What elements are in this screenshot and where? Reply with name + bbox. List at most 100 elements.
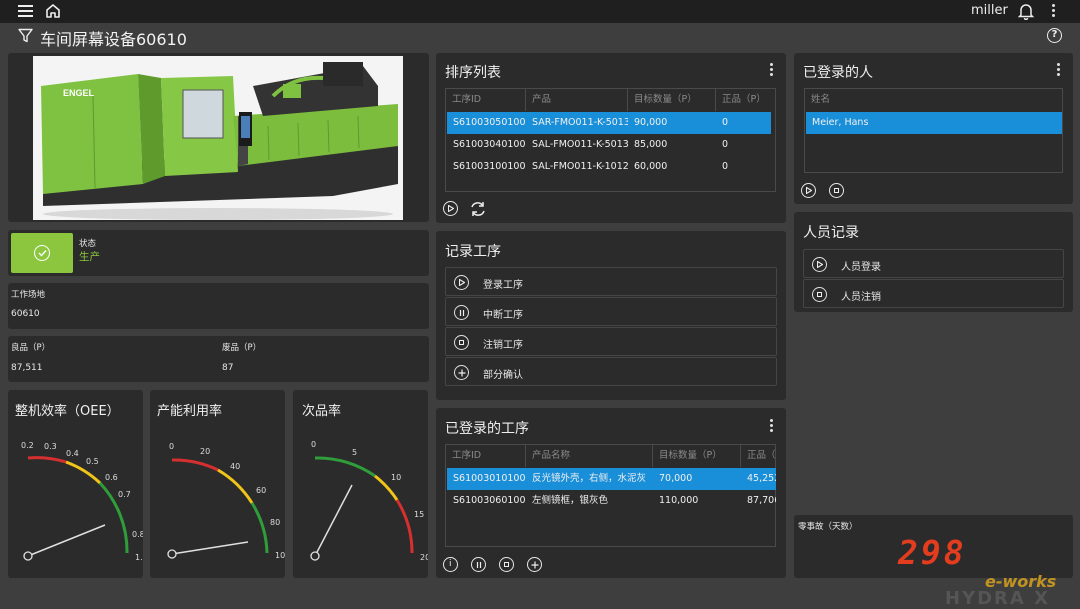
gauge-tick: 10 [391, 473, 401, 482]
machine-brand-label: ENGEL [63, 88, 95, 98]
cell-id: S61003100100 [453, 161, 526, 172]
workplace-panel: 工作场地 60610 [8, 283, 429, 329]
menu-icon[interactable] [18, 5, 33, 18]
cell-target: 90,000 [634, 117, 668, 128]
table-row[interactable]: S61003100100 SAL-FMO011-K-1012 60,000 0 [447, 156, 771, 178]
people-record-title: 人员记录 [803, 225, 859, 241]
counts-panel: 良品（P） 87,511 废品（P） 87 [8, 336, 429, 382]
title-bar: 车间屏幕设备60610 ? [0, 23, 1080, 50]
sort-list-menu-icon[interactable] [770, 63, 774, 77]
table-row[interactable]: S61003050100 SAR-FMO011-K-5013 90,000 0 [447, 112, 771, 134]
gauge-tick: 0.8 [132, 530, 143, 539]
gauge-defect: 0 5 10 15 20 [310, 440, 428, 562]
item-label: 人员注销 [841, 292, 881, 303]
home-icon[interactable] [45, 3, 61, 19]
column-header[interactable]: 正品（P） [741, 445, 776, 467]
cell-product: SAL-FMO011-K-5013 [532, 139, 628, 150]
sort-list-title: 排序列表 [445, 65, 501, 81]
plus-icon[interactable] [527, 557, 542, 572]
people-login-button[interactable]: 人员登录 [803, 249, 1064, 278]
username[interactable]: miller [971, 3, 1008, 18]
sort-list-table: 工序ID 产品 目标数量（P） 正品（P） S61003050100 SAR-F… [445, 88, 776, 192]
logged-operations-menu-icon[interactable] [770, 419, 774, 433]
table-row[interactable]: Meier, Hans [806, 112, 1062, 134]
logged-people-title: 已登录的人 [803, 65, 873, 81]
accident-free-panel: 零事故（天数） 298 [794, 515, 1073, 578]
gauge-tick: 1.0 [135, 553, 143, 562]
play-icon[interactable] [801, 183, 816, 198]
cell-good: 0 [722, 161, 729, 172]
gauge-tick: 5 [352, 448, 357, 457]
refresh-icon[interactable] [469, 200, 487, 218]
gauge-tick: 40 [230, 462, 240, 471]
interrupt-operation-button[interactable]: 中断工序 [445, 297, 777, 326]
column-header[interactable]: 正品（P） [716, 89, 776, 111]
table-row[interactable]: S61003010100 反光镜外壳，右侧，水泥灰 70,000 45,252 [447, 468, 776, 490]
bell-icon[interactable] [1018, 3, 1034, 20]
stop-icon[interactable] [829, 183, 844, 198]
logged-operations-title: 已登录的工序 [445, 421, 529, 437]
cell-id: S61003040100 [453, 139, 526, 150]
partial-confirm-button[interactable]: 部分确认 [445, 357, 777, 386]
column-header[interactable]: 工序ID [446, 89, 526, 111]
login-operation-button[interactable]: 登录工序 [445, 267, 777, 296]
cell-target: 60,000 [634, 161, 668, 172]
status-panel: 状态 生产 [8, 230, 429, 276]
machine-image-panel: ENGEL [8, 53, 429, 222]
status-label: 状态 [79, 239, 97, 249]
cell-target: 110,000 [659, 495, 699, 506]
gauge-tick: 80 [270, 518, 280, 527]
pause-icon[interactable] [471, 557, 486, 572]
cell-good: 45,252 [747, 473, 776, 484]
logged-operations-panel: 已登录的工序 工序ID 产品名称 目标数量（P） 正品（P） S61003010… [436, 408, 786, 578]
status-value: 生产 [79, 251, 100, 263]
watermark-product: HYDRA X [945, 588, 1050, 609]
stop-icon[interactable] [499, 557, 514, 572]
info-icon[interactable]: i [443, 557, 458, 572]
gauge-panel-defect: 次品率 0 5 10 15 20 [293, 390, 428, 578]
column-header[interactable]: 姓名 [805, 89, 1062, 111]
record-operation-panel: 记录工序 登录工序 中断工序 注销工序 部分确认 [436, 231, 786, 400]
gauge-panel-oee: 整机效率（OEE） 0.2 0.3 0.4 0.5 0.6 0.7 0.8 1.… [8, 390, 143, 578]
gauge-tick: 0.3 [44, 442, 57, 451]
gauge-tick: 0.5 [86, 457, 99, 466]
play-icon[interactable] [443, 201, 458, 216]
good-count-label: 良品（P） [11, 343, 51, 353]
page-title: 车间屏幕设备60610 [40, 30, 187, 49]
plus-icon [454, 365, 469, 380]
column-header[interactable]: 产品 [526, 89, 628, 111]
gauge-oee: 0.2 0.3 0.4 0.5 0.6 0.7 0.8 1.0 [21, 441, 143, 562]
gauge-tick: 0 [311, 440, 316, 449]
column-header[interactable]: 产品名称 [526, 445, 653, 467]
cell-id: S61003050100 [453, 117, 526, 128]
cell-target: 85,000 [634, 139, 668, 150]
cell-good: 87,706 [747, 495, 776, 506]
pause-icon [454, 305, 469, 320]
workplace-value: 60610 [11, 309, 40, 319]
logged-people-table: 姓名 Meier, Hans [804, 88, 1063, 173]
stop-icon [454, 335, 469, 350]
stop-icon [812, 287, 827, 302]
gauge-tick: 20 [200, 447, 210, 456]
column-header[interactable]: 工序ID [446, 445, 526, 467]
filter-icon[interactable] [18, 28, 33, 43]
item-label: 中断工序 [483, 310, 523, 321]
scrap-count-value: 87 [222, 363, 234, 373]
gauge-tick: 15 [414, 510, 424, 519]
machine-image: ENGEL [33, 56, 403, 220]
cell-good: 0 [722, 117, 729, 128]
column-header[interactable]: 目标数量（P） [653, 445, 741, 467]
gauge-tick: 0 [169, 442, 174, 451]
table-row[interactable]: S61003040100 SAL-FMO011-K-5013 85,000 0 [447, 134, 771, 156]
gauge-tick: 100 [275, 551, 285, 560]
logout-operation-button[interactable]: 注销工序 [445, 327, 777, 356]
logged-people-menu-icon[interactable] [1057, 63, 1061, 77]
accident-free-counter: 298 [898, 533, 967, 572]
column-header[interactable]: 目标数量（P） [628, 89, 716, 111]
more-options-icon[interactable] [1052, 4, 1056, 18]
people-logout-button[interactable]: 人员注销 [803, 279, 1064, 308]
table-row[interactable]: S61003060100 左侧镜框，银灰色 110,000 87,706 [447, 490, 776, 512]
logged-operations-table: 工序ID 产品名称 目标数量（P） 正品（P） S61003010100 反光镜… [445, 444, 776, 547]
accident-free-label: 零事故（天数） [798, 522, 858, 532]
help-icon[interactable]: ? [1047, 28, 1062, 43]
